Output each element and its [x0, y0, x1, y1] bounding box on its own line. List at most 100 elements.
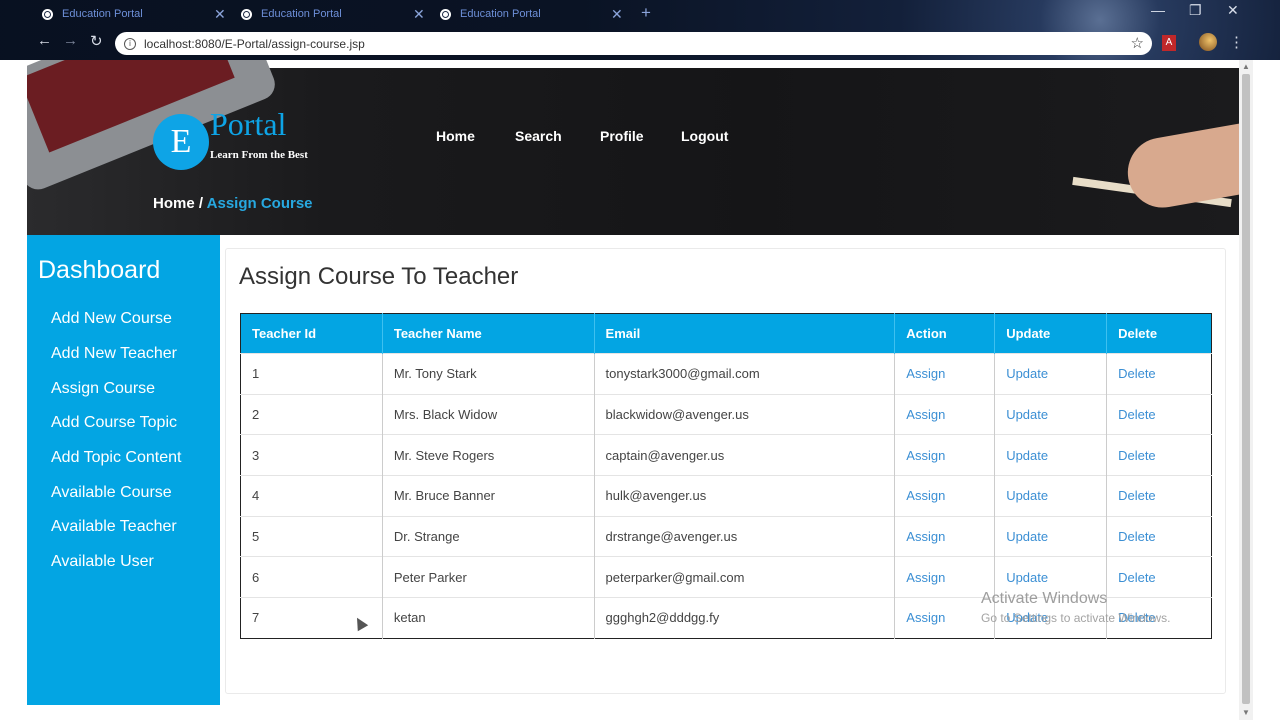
email-cell: blackwidow@avenger.us [594, 393, 896, 435]
column-header-teacher-id: Teacher Id [240, 313, 383, 354]
windows-watermark-subtitle: Go to Settings to activate Windows. [981, 611, 1171, 625]
update-link[interactable]: Update [994, 434, 1108, 476]
assign-link[interactable]: Assign [894, 393, 996, 435]
teacher-id-cell: 4 [240, 475, 383, 517]
close-icon[interactable]: ✕ [214, 6, 226, 23]
teacher-id-cell: 5 [240, 515, 383, 557]
scroll-down-icon[interactable]: ▼ [1242, 708, 1250, 717]
delete-link[interactable]: Delete [1106, 434, 1212, 476]
teacher-name-cell: Mr. Steve Rogers [382, 434, 595, 476]
update-link[interactable]: Update [994, 393, 1108, 435]
sidebar: Dashboard Add New Course Add New Teacher… [27, 235, 220, 705]
minimize-icon[interactable]: — [1151, 2, 1165, 18]
sidebar-item-add-topic-content[interactable]: Add Topic Content [51, 449, 181, 467]
teacher-name-cell: Peter Parker [382, 556, 595, 598]
breadcrumb-current: Assign Course [206, 195, 313, 212]
teacher-name-cell: Mr. Tony Stark [382, 353, 595, 395]
close-icon[interactable]: ✕ [611, 6, 623, 23]
update-link[interactable]: Update [994, 475, 1108, 517]
star-icon[interactable]: ☆ [1131, 34, 1144, 52]
nav-search[interactable]: Search [515, 128, 562, 144]
assign-link[interactable]: Assign [894, 475, 996, 517]
forward-icon[interactable]: → [63, 32, 78, 49]
delete-link[interactable]: Delete [1106, 353, 1212, 395]
email-cell: tonystark3000@gmail.com [594, 353, 896, 395]
sidebar-item-add-course-topic[interactable]: Add Course Topic [51, 414, 177, 432]
hero-header: E Portal Learn From the Best Home Search… [27, 60, 1239, 235]
sidebar-item-available-course[interactable]: Available Course [51, 484, 172, 502]
pdf-extension-icon[interactable]: A [1162, 35, 1176, 51]
column-header-email: Email [594, 313, 896, 354]
sidebar-item-available-user[interactable]: Available User [51, 553, 154, 571]
breadcrumb: Home / Assign Course [153, 195, 313, 212]
page-title: Assign Course To Teacher [239, 263, 519, 290]
address-bar[interactable]: i localhost:8080/E-Portal/assign-course.… [115, 32, 1152, 55]
page-scrollbar[interactable]: ▲ ▼ [1239, 60, 1253, 720]
scroll-up-icon[interactable]: ▲ [1242, 62, 1250, 71]
logo-brand: Portal [210, 106, 287, 142]
delete-link[interactable]: Delete [1106, 393, 1212, 435]
update-link[interactable]: Update [994, 353, 1108, 395]
sidebar-title: Dashboard [38, 256, 161, 284]
back-icon[interactable]: ← [37, 32, 52, 49]
teacher-name-cell: Dr. Strange [382, 515, 595, 557]
teacher-id-cell: 6 [240, 556, 383, 598]
email-cell: captain@avenger.us [594, 434, 896, 476]
tab-title: Education Portal [261, 8, 342, 20]
table-row: 3 Mr. Steve Rogers captain@avenger.us As… [240, 434, 1212, 476]
delete-link[interactable]: Delete [1106, 556, 1212, 598]
windows-watermark-title: Activate Windows [981, 590, 1108, 607]
breadcrumb-home[interactable]: Home / [153, 195, 203, 212]
assign-link[interactable]: Assign [894, 597, 996, 639]
globe-icon [42, 8, 53, 20]
column-header-teacher-name: Teacher Name [382, 313, 595, 354]
teacher-name-cell: Mrs. Black Widow [382, 393, 595, 435]
reload-icon[interactable]: ↻ [90, 32, 103, 50]
nav-home[interactable]: Home [436, 128, 475, 144]
tab-title: Education Portal [460, 8, 541, 20]
url-text: localhost:8080/E-Portal/assign-course.js… [144, 36, 365, 51]
restore-icon[interactable]: ❐ [1189, 2, 1202, 19]
profile-avatar[interactable] [1199, 33, 1217, 51]
teacher-name-cell: Mr. Bruce Banner [382, 475, 595, 517]
assign-link[interactable]: Assign [894, 515, 996, 557]
browser-tab[interactable]: Education Portal ✕ [42, 4, 226, 24]
globe-icon [241, 8, 252, 20]
email-cell: hulk@avenger.us [594, 475, 896, 517]
nav-profile[interactable]: Profile [600, 128, 644, 144]
globe-icon [440, 8, 451, 20]
email-cell: peterparker@gmail.com [594, 556, 896, 598]
logo[interactable]: E Portal Learn From the Best [153, 106, 308, 172]
tab-title: Education Portal [62, 8, 143, 20]
assign-link[interactable]: Assign [894, 556, 996, 598]
column-header-action: Action [894, 313, 996, 354]
column-header-delete: Delete [1106, 313, 1212, 354]
browser-tab[interactable]: Education Portal ✕ [241, 4, 425, 24]
assign-link[interactable]: Assign [894, 353, 996, 395]
delete-link[interactable]: Delete [1106, 475, 1212, 517]
table-row: 2 Mrs. Black Widow blackwidow@avenger.us… [240, 393, 1212, 435]
teacher-id-cell: 3 [240, 434, 383, 476]
table-row: 4 Mr. Bruce Banner hulk@avenger.us Assig… [240, 475, 1212, 517]
nav-logout[interactable]: Logout [681, 128, 728, 144]
new-tab-icon[interactable]: + [641, 3, 651, 23]
close-icon[interactable]: ✕ [413, 6, 425, 23]
sidebar-item-assign-course[interactable]: Assign Course [51, 380, 155, 398]
column-header-update: Update [994, 313, 1108, 354]
more-menu-icon[interactable]: ⋮ [1229, 33, 1244, 51]
browser-tab[interactable]: Education Portal ✕ [440, 4, 623, 24]
sidebar-item-available-teacher[interactable]: Available Teacher [51, 518, 177, 536]
close-window-icon[interactable]: ✕ [1227, 2, 1239, 19]
teacher-id-cell: 1 [240, 353, 383, 395]
logo-letter: E [153, 114, 209, 170]
sidebar-item-add-new-teacher[interactable]: Add New Teacher [51, 345, 177, 363]
assign-link[interactable]: Assign [894, 434, 996, 476]
update-link[interactable]: Update [994, 515, 1108, 557]
sidebar-item-add-new-course[interactable]: Add New Course [51, 310, 172, 328]
scrollbar-thumb[interactable] [1242, 74, 1250, 704]
info-icon[interactable]: i [124, 37, 136, 50]
delete-link[interactable]: Delete [1106, 515, 1212, 557]
email-cell: drstrange@avenger.us [594, 515, 896, 557]
teacher-id-cell: 2 [240, 393, 383, 435]
table-row: 5 Dr. Strange drstrange@avenger.us Assig… [240, 515, 1212, 557]
